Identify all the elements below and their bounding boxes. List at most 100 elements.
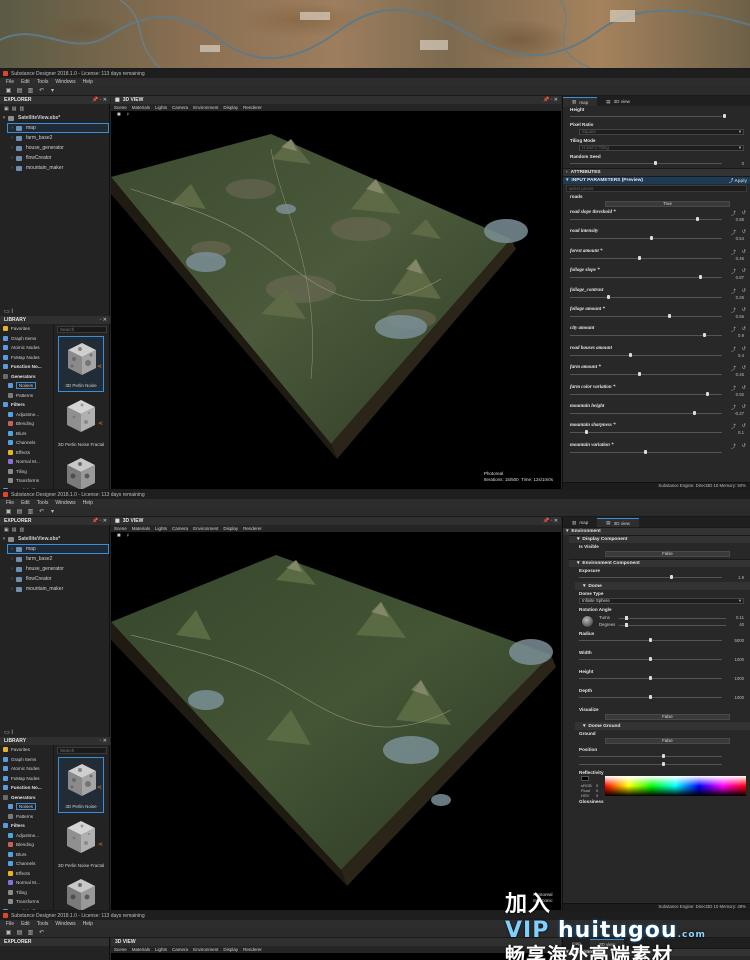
preset-select[interactable]: select preset — [566, 185, 747, 192]
view-menu-materials[interactable]: Materials — [132, 105, 150, 110]
save-icon[interactable]: ▥ — [27, 930, 34, 936]
view-menu-display[interactable]: Display — [223, 947, 238, 952]
view-menu-scene[interactable]: Scene — [114, 526, 127, 531]
library-thumb-3d-perlin-noise-fractal[interactable]: ⋖ 3D Perlin Noise Fractal — [58, 815, 104, 871]
view-menu-display[interactable]: Display — [223, 526, 238, 531]
redo-icon[interactable]: ▾ — [49, 88, 56, 94]
library-tree-item[interactable]: Normal M... — [0, 878, 53, 888]
save-package-icon[interactable]: ▥ — [19, 106, 24, 112]
library-tree-item[interactable]: Generators — [0, 372, 53, 382]
save-package-icon[interactable]: ▥ — [19, 527, 24, 533]
library-tree-item[interactable]: Patterns — [0, 391, 53, 401]
pixel-ratio-select[interactable]: Square — [579, 129, 744, 135]
library-search-input[interactable]: Search — [57, 747, 107, 754]
explorer-item-mountain-maker[interactable]: › mountain_maker — [0, 584, 110, 594]
redo-icon[interactable]: ▾ — [49, 509, 56, 515]
tab-map[interactable]: ▥ map — [563, 518, 597, 527]
parameter-slider[interactable]: 0.46 — [570, 255, 744, 263]
dimension-slider[interactable]: 1000 — [579, 675, 744, 683]
dome-ground-section[interactable]: ▾ Dome Ground — [575, 722, 750, 730]
view-menu-camera[interactable]: Camera — [172, 526, 188, 531]
parameter-slider[interactable]: 0.4 — [570, 352, 744, 360]
menu-edit[interactable]: Edit — [21, 921, 30, 927]
position-x-slider[interactable] — [579, 753, 744, 761]
open-icon[interactable]: ▤ — [16, 509, 23, 515]
view-menu-lights[interactable]: Lights — [155, 526, 167, 531]
explorer-item-flowcreator[interactable]: › flowCreator — [0, 153, 110, 163]
3d-viewport[interactable]: Photoreal Iterations: 15/500 Time: 12s/1… — [111, 119, 561, 489]
menu-windows[interactable]: Windows — [55, 500, 75, 506]
view-menu-lights[interactable]: Lights — [155, 105, 167, 110]
view-menu-environment[interactable]: Environment — [193, 105, 218, 110]
library-tree-item[interactable]: FxMap Nodes — [0, 774, 53, 784]
dimension-slider[interactable]: 1000 — [579, 656, 744, 664]
new-graph-icon[interactable]: ▣ — [5, 509, 12, 515]
library-tree-item[interactable]: Filters — [0, 400, 53, 410]
library-tree-item[interactable]: Material Filters — [0, 907, 53, 910]
library-tree-item[interactable]: Filters — [0, 821, 53, 831]
library-tree-item[interactable]: Function No... — [0, 362, 53, 372]
menu-file[interactable]: File — [6, 79, 14, 85]
view-menu-display[interactable]: Display — [223, 105, 238, 110]
panel-controls-icon[interactable]: 📌 ▫ ✕ — [92, 518, 107, 524]
new-package-icon[interactable]: ▣ — [4, 527, 9, 533]
library-tools-icon[interactable]: ▭ ǀ — [4, 729, 13, 736]
dome-section[interactable]: ▾ Dome — [575, 582, 750, 590]
library-tree-item[interactable]: Transforms — [0, 897, 53, 907]
tab-3d-view[interactable]: ▤ 3D view — [597, 518, 639, 527]
camera-icon[interactable]: ■ — [117, 112, 121, 118]
explorer-package[interactable]: ▾ SatelliteView.sbs* — [0, 113, 110, 123]
explorer-item-farm-base2[interactable]: › farm_base2 — [0, 554, 110, 564]
explorer-item-farm-base2[interactable]: › farm_base2 — [0, 133, 110, 143]
library-tree-item[interactable]: Favorites — [0, 324, 53, 334]
tiling-mode-select[interactable]: H and V Tiling — [579, 145, 744, 151]
library-tree-item[interactable]: Adjustme... — [0, 410, 53, 420]
library-tree-item[interactable]: Normal M... — [0, 457, 53, 467]
new-graph-icon[interactable]: ▣ — [5, 930, 12, 936]
parameter-slider[interactable]: 0.46 — [570, 371, 744, 379]
panel-controls-icon[interactable]: ▫ ✕ — [100, 317, 107, 323]
environment-component-section[interactable]: ▾ Environment Component — [569, 559, 750, 567]
parameter-slider[interactable]: 0.1 — [570, 429, 744, 437]
library-tree-item[interactable]: Graph Items — [0, 334, 53, 344]
height-slider[interactable] — [570, 113, 744, 121]
library-tree-item[interactable]: Graph Items — [0, 755, 53, 765]
tab-map[interactable]: ▥ map — [563, 97, 598, 106]
environment-section[interactable]: ▾ Environment — [563, 527, 750, 535]
library-tree-item[interactable]: Atomic Nodes — [0, 764, 53, 774]
save-icon[interactable]: ▥ — [27, 509, 34, 515]
menu-windows[interactable]: Windows — [55, 79, 75, 85]
explorer-package[interactable]: ▾ SatelliteView.sbs* — [0, 534, 110, 544]
roads-toggle[interactable]: True — [605, 201, 730, 207]
panel-controls-icon[interactable]: ▫ ✕ — [100, 738, 107, 744]
library-tree-item[interactable]: FxMap Nodes — [0, 353, 53, 363]
library-tools-icon[interactable]: ▭ ǀ — [4, 308, 13, 315]
menu-windows[interactable]: Windows — [55, 921, 75, 927]
random-seed-slider[interactable]: 0 — [570, 160, 744, 168]
exposure-slider[interactable]: 1.9 — [579, 574, 744, 582]
explorer-item-map[interactable]: › map — [7, 123, 109, 133]
view-menu-environment[interactable]: Environment — [193, 947, 218, 952]
parameter-slider[interactable]: 0.9 — [570, 332, 744, 340]
library-thumb-noise[interactable] — [58, 452, 104, 489]
dimension-slider[interactable]: 1000 — [579, 694, 744, 702]
view-menu-scene[interactable]: Scene — [114, 947, 127, 952]
open-icon[interactable]: ▤ — [16, 930, 23, 936]
library-thumb-3d-perlin-noise-fractal[interactable]: ⋖ 3D Perlin Noise Fractal — [58, 394, 104, 450]
library-tree-item[interactable]: Effects — [0, 869, 53, 879]
library-tree-item[interactable]: Favorites — [0, 745, 53, 755]
library-tree-item[interactable]: Channels — [0, 859, 53, 869]
panel-controls-icon[interactable]: 📌 ▫ ✕ — [543, 97, 558, 103]
menu-tools[interactable]: Tools — [37, 79, 49, 85]
parameter-slider[interactable]: 0.54 — [570, 235, 744, 243]
library-tree-item[interactable]: Effects — [0, 448, 53, 458]
new-graph-icon[interactable]: ▣ — [5, 88, 12, 94]
view-menu-scene[interactable]: Scene — [114, 105, 127, 110]
library-thumb-3d-perlin-noise[interactable]: ⋖ 3D Perlin Noise — [58, 336, 104, 392]
view-menu-materials[interactable]: Materials — [132, 526, 150, 531]
undo-icon[interactable]: ↶ — [38, 509, 45, 515]
explorer-item-map[interactable]: › map — [7, 544, 109, 554]
explorer-item-house-generator[interactable]: › house_generator — [0, 564, 110, 574]
undo-icon[interactable]: ↶ — [38, 930, 45, 936]
library-thumb-noise[interactable] — [58, 873, 104, 910]
